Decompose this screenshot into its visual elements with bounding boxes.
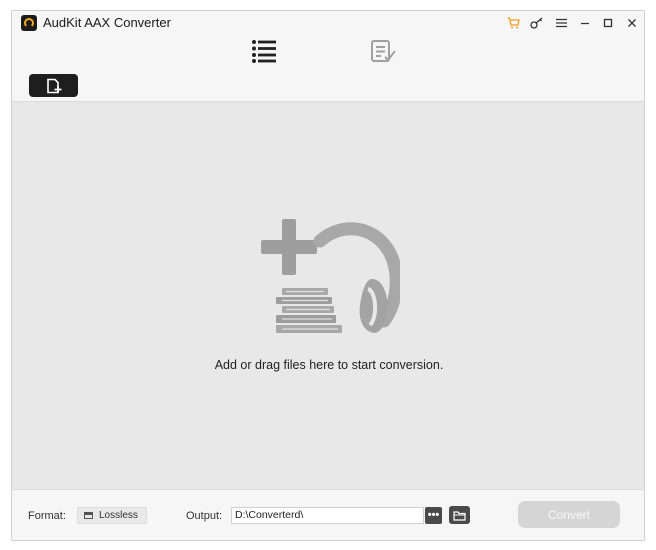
menu-icon[interactable] xyxy=(553,15,569,31)
format-label: Format: xyxy=(28,510,66,522)
history-icon xyxy=(371,40,396,62)
browse-more-button[interactable]: ••• xyxy=(425,507,442,524)
footer-bar: Format: Lossless Output: D:\Converterd\ … xyxy=(12,489,644,540)
app-window: AudKit AAX Converter Add or drag files h… xyxy=(11,10,645,541)
output-label: Output: xyxy=(186,510,223,522)
format-icon xyxy=(84,512,93,519)
key-icon[interactable] xyxy=(529,15,545,31)
tab-converting-list[interactable] xyxy=(250,37,278,65)
format-button[interactable]: Lossless xyxy=(77,507,147,524)
app-title: AudKit AAX Converter xyxy=(43,15,171,30)
close-icon[interactable] xyxy=(624,15,640,31)
open-folder-button[interactable] xyxy=(449,506,470,524)
output-path-field[interactable]: D:\Converterd\ xyxy=(231,507,424,524)
drop-zone[interactable]: Add or drag files here to start conversi… xyxy=(12,101,644,489)
add-files-button[interactable] xyxy=(29,74,78,97)
cart-icon[interactable] xyxy=(505,15,521,31)
minimize-icon[interactable] xyxy=(577,15,593,31)
title-bar: AudKit AAX Converter xyxy=(12,11,644,35)
format-value: Lossless xyxy=(99,510,138,521)
drop-hint-text: Add or drag files here to start conversi… xyxy=(214,358,444,372)
add-file-icon xyxy=(46,78,61,93)
convert-button[interactable]: Convert xyxy=(518,501,620,528)
tab-converted-history[interactable] xyxy=(369,37,397,65)
add-audiobook-icon xyxy=(261,219,400,333)
maximize-icon[interactable] xyxy=(600,15,616,31)
app-logo-icon xyxy=(21,15,37,31)
list-icon xyxy=(252,40,276,63)
folder-icon xyxy=(453,510,466,521)
